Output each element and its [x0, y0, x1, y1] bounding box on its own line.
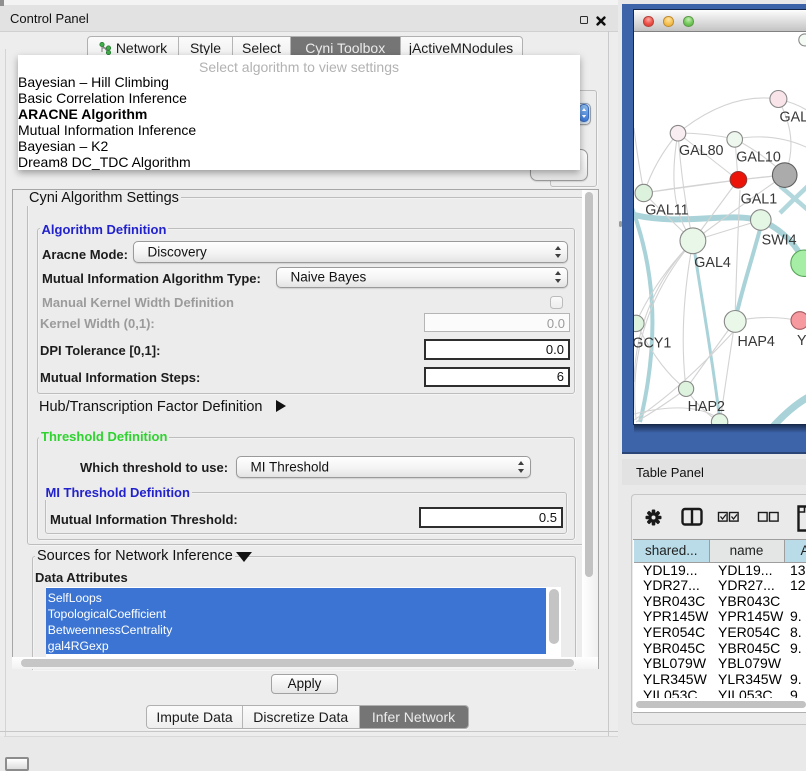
svg-text:Y: Y [797, 333, 806, 349]
svg-text:GAL2: GAL2 [780, 110, 806, 126]
svg-text:GAL1: GAL1 [741, 192, 778, 208]
svg-text:HAP4: HAP4 [738, 334, 775, 350]
svg-text:GCY1: GCY1 [634, 336, 671, 352]
svg-text:GAL10: GAL10 [736, 150, 781, 166]
svg-text:SWI4: SWI4 [762, 233, 797, 249]
svg-text:GAL80: GAL80 [679, 143, 724, 159]
svg-text:GAL11: GAL11 [645, 203, 688, 219]
svg-text:HAP2: HAP2 [688, 399, 725, 415]
svg-text:GAL4: GAL4 [694, 255, 731, 271]
